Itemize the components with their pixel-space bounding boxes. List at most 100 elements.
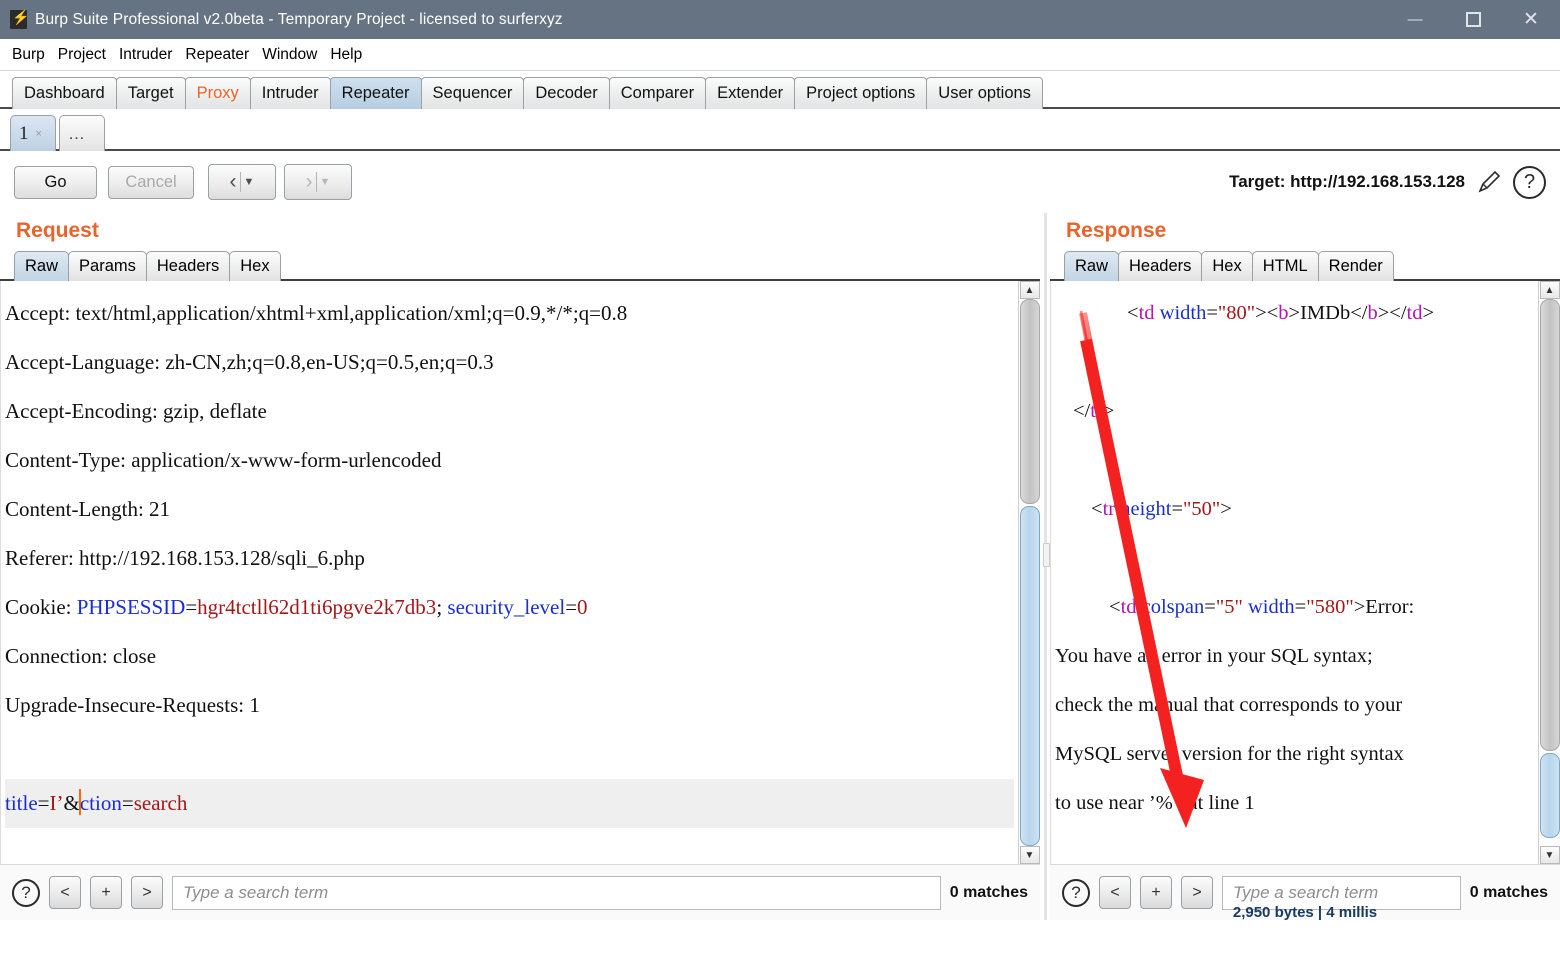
menu-item-project[interactable]: Project [58,46,106,64]
request-pane: Request Raw Params Headers Hex Accept: text… [0,213,1040,920]
editor-line: <tr height="50"> [1055,485,1534,534]
divider [315,172,317,192]
editor-text: = [1294,596,1307,618]
response-status: 2,950 bytes | 4 millis [1232,904,1378,921]
scroll-thumb[interactable] [1539,753,1560,838]
go-button[interactable]: Go [14,165,97,199]
scroll-thumb-upper[interactable] [1019,299,1040,504]
back-button[interactable]: ‹ ▼ [208,164,276,200]
pane-divider-handle[interactable] [1040,213,1050,920]
repeater-tab-1[interactable]: 1 × [10,115,56,151]
editor-line: Content-Length: 21 [5,485,1014,534]
maximize-button[interactable] [1444,0,1502,39]
question-mark-icon[interactable]: ? [1513,165,1546,199]
editor-line: </tr> [1055,387,1534,436]
response-tab-render[interactable]: Render [1317,251,1394,281]
editor-text: = [1206,302,1218,324]
editor-text: < [1127,302,1139,324]
response-tab-headers[interactable]: Headers [1118,251,1203,281]
question-mark-icon[interactable]: ? [1062,878,1090,907]
request-tab-raw[interactable]: Raw [14,251,70,281]
editor-text: Content-Type: application/x-www-form-url… [5,448,442,472]
response-tab-html[interactable]: HTML [1251,251,1319,281]
scroll-thumb-upper[interactable] [1539,299,1560,751]
scroll-down-icon[interactable]: ▼ [1019,846,1040,864]
main-tab-proxy[interactable]: Proxy [184,77,251,109]
editor-text: > [1220,498,1232,520]
request-match-count: 0 matches [949,883,1028,901]
editor-text: ; [436,595,448,619]
scroll-track[interactable] [1539,299,1560,846]
editor-text: "5" [1215,596,1243,618]
scroll-track[interactable] [1019,299,1040,846]
editor-line: Cookie: PHPSESSID=hgr4tctll62d1ti6pgve2k… [5,583,1014,632]
window-titlebar: Burp Suite Professional v2.0beta - Tempo… [0,0,1560,39]
scroll-up-icon[interactable]: ▲ [1539,281,1560,299]
search-add-button[interactable]: + [90,876,122,909]
editor-text: ></ [1377,302,1407,324]
request-tab-hex[interactable]: Hex [229,251,281,281]
main-tab-extender[interactable]: Extender [705,77,796,109]
scroll-down-icon[interactable]: ▼ [1539,846,1560,864]
pencil-icon[interactable] [1476,169,1502,195]
menu-item-intruder[interactable]: Intruder [119,46,172,64]
repeater-tab-bar: 1 × … [0,109,1560,151]
editor-text: = [121,791,134,815]
request-tab-headers[interactable]: Headers [145,251,231,281]
main-tab-target[interactable]: Target [115,77,186,109]
menu-item-burp[interactable]: Burp [12,46,45,64]
editor-text: >Error: [1353,596,1415,618]
request-response-split: Request Raw Params Headers Hex Accept: text… [0,213,1560,921]
editor-text: >IMDb</ [1288,302,1368,324]
main-tab-dashboard[interactable]: Dashboard [12,77,117,109]
menu-item-window[interactable]: Window [262,46,317,64]
main-tab-intruder[interactable]: Intruder [249,77,331,109]
menubar: Burp Project Intruder Repeater Window He… [0,39,1560,71]
editor-text: < [1109,596,1121,618]
editor-line: to use near ’%’’ at line 1 [1055,779,1534,828]
editor-text: & [63,791,80,815]
response-scrollbar[interactable]: ▲ ▼ [1538,281,1560,864]
chevron-left-icon: ‹ [229,170,237,193]
main-tab-sequencer[interactable]: Sequencer [420,77,525,109]
editor-text: MySQL server version for the right synta… [1055,743,1404,765]
window-controls: — ✕ [1386,0,1560,39]
response-tab-raw[interactable]: Raw [1064,251,1120,281]
editor-text: "580" [1306,596,1354,618]
repeater-tab-new[interactable]: … [59,115,105,151]
response-tab-hex[interactable]: Hex [1201,251,1253,281]
editor-text: width [1159,302,1207,324]
search-prev-button[interactable]: < [49,876,81,909]
chevron-right-icon: › [305,170,313,193]
editor-text: Accept-Language: zh-CN,zh;q=0.8,en-US;q=… [5,350,494,374]
editor-line: Connection: close [5,632,1014,681]
close-icon[interactable]: × [36,128,42,140]
request-tab-bar: Raw Params Headers Hex [0,247,1040,281]
search-next-button[interactable]: > [131,876,163,909]
editor-line: <td width="80"><b>IMDb</b></td> [1055,289,1534,338]
minimize-button[interactable]: — [1386,0,1444,39]
editor-text: tr [1102,498,1116,520]
scroll-thumb[interactable] [1019,506,1040,846]
scroll-up-icon[interactable]: ▲ [1019,281,1040,299]
menu-item-repeater[interactable]: Repeater [185,46,249,64]
main-tab-comparer[interactable]: Comparer [608,77,707,109]
main-tab-decoder[interactable]: Decoder [523,77,610,109]
request-search-input[interactable]: Type a search term [172,875,941,910]
request-tab-params[interactable]: Params [68,251,147,281]
main-tab-user-options[interactable]: User options [926,77,1043,109]
request-scrollbar[interactable]: ▲ ▼ [1018,281,1040,864]
main-tab-repeater[interactable]: Repeater [329,77,422,109]
editor-text: Upgrade-Insecure-Requests: 1 [5,693,260,717]
forward-button: › ▼ [284,164,352,200]
close-button[interactable]: ✕ [1502,0,1560,39]
editor-text: tr [1090,400,1103,422]
response-title: Response [1066,219,1167,242]
response-editor[interactable]: <td width="80"><b>IMDb</b></td> </tr> <t… [1050,281,1538,864]
main-tab-project-options[interactable]: Project options [794,77,928,109]
burp-logo-icon [10,9,29,29]
editor-text: b [1278,302,1289,324]
request-editor[interactable]: Accept: text/html,application/xhtml+xml,… [0,281,1018,864]
menu-item-help[interactable]: Help [330,46,362,64]
question-mark-icon[interactable]: ? [12,878,40,907]
